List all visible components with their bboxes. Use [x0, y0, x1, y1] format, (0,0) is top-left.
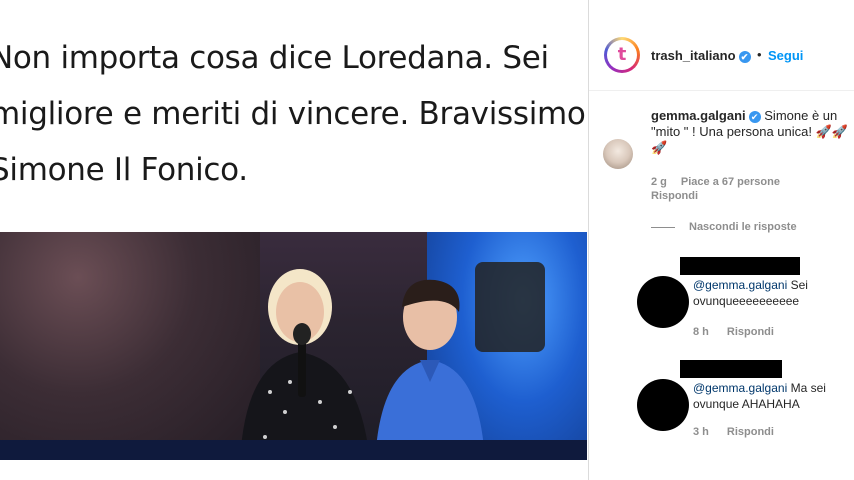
- account-username[interactable]: trash_italiano ✔: [651, 48, 751, 63]
- comment-meta: 2 g Piace a 67 persone Rispondi: [651, 175, 851, 203]
- reply-meta: 3 h Rispondi: [693, 426, 792, 438]
- reply-avatar[interactable]: [637, 276, 689, 328]
- verified-badge-icon: ✔: [738, 50, 751, 63]
- redaction-bar: [680, 360, 782, 378]
- username-text[interactable]: trash_italiano: [651, 48, 736, 63]
- contestant-figure: [375, 279, 485, 460]
- post-media: Non importa cosa dice Loredana. Sei migl…: [0, 0, 587, 480]
- verified-badge-icon: ✔: [748, 110, 761, 123]
- tweet-text: Non importa cosa dice Loredana. Sei migl…: [0, 30, 587, 198]
- reply-time: 3 h: [693, 426, 709, 438]
- reply-reply-button[interactable]: Rispondi: [727, 326, 774, 338]
- redaction-bar: [680, 257, 800, 275]
- commenter-avatar[interactable]: [603, 139, 633, 169]
- reply-meta: 8 h Rispondi: [693, 326, 792, 338]
- tweet-line: migliore e meriti di vincere. Bravissimo: [0, 96, 586, 132]
- comment-text: gemma.galgani ✔ Simone è un "mito " ! Una…: [651, 108, 851, 156]
- bottom-strip: [0, 460, 587, 480]
- separator-dot: •: [757, 47, 762, 62]
- tweet-line: Simone Il Fonico.: [0, 152, 248, 188]
- reply-text: @gemma.galgani Ma sei ovunque AHAHAHA: [693, 380, 853, 412]
- reply-avatar[interactable]: [637, 379, 689, 431]
- account-avatar[interactable]: t: [604, 37, 640, 73]
- presenter-figure: [240, 269, 370, 460]
- comment-likes[interactable]: Piace a 67 persone: [681, 176, 780, 188]
- audience-background: [0, 232, 260, 460]
- reply-time: 8 h: [693, 326, 709, 338]
- avatar-inner: t: [607, 40, 637, 70]
- post-photo: [0, 232, 587, 460]
- brand-logo-icon: t: [617, 44, 627, 65]
- comment-reply-button[interactable]: Rispondi: [651, 190, 698, 202]
- tweet-line: Non importa cosa dice Loredana. Sei: [0, 40, 549, 76]
- hide-replies-label[interactable]: Nascondi le risposte: [689, 221, 797, 233]
- post-header: t trash_italiano ✔ • Segui: [589, 0, 854, 91]
- comments-panel: t trash_italiano ✔ • Segui gemma.galgani ✔…: [588, 0, 854, 480]
- comment-time: 2 g: [651, 176, 667, 188]
- reply-mention-link[interactable]: @gemma.galgani: [693, 278, 787, 292]
- hide-replies-button[interactable]: Nascondi le risposte: [651, 221, 797, 233]
- hide-replies-line: [651, 226, 675, 228]
- reply-mention-link[interactable]: @gemma.galgani: [693, 381, 787, 395]
- reply-reply-button[interactable]: Rispondi: [727, 426, 774, 438]
- tv-camera: [475, 262, 545, 352]
- comment-username[interactable]: gemma.galgani: [651, 108, 746, 123]
- stage-floor: [0, 440, 587, 460]
- reply-text: @gemma.galgani Sei ovunqueeeeeeeeee: [693, 277, 853, 309]
- follow-button[interactable]: Segui: [768, 48, 803, 63]
